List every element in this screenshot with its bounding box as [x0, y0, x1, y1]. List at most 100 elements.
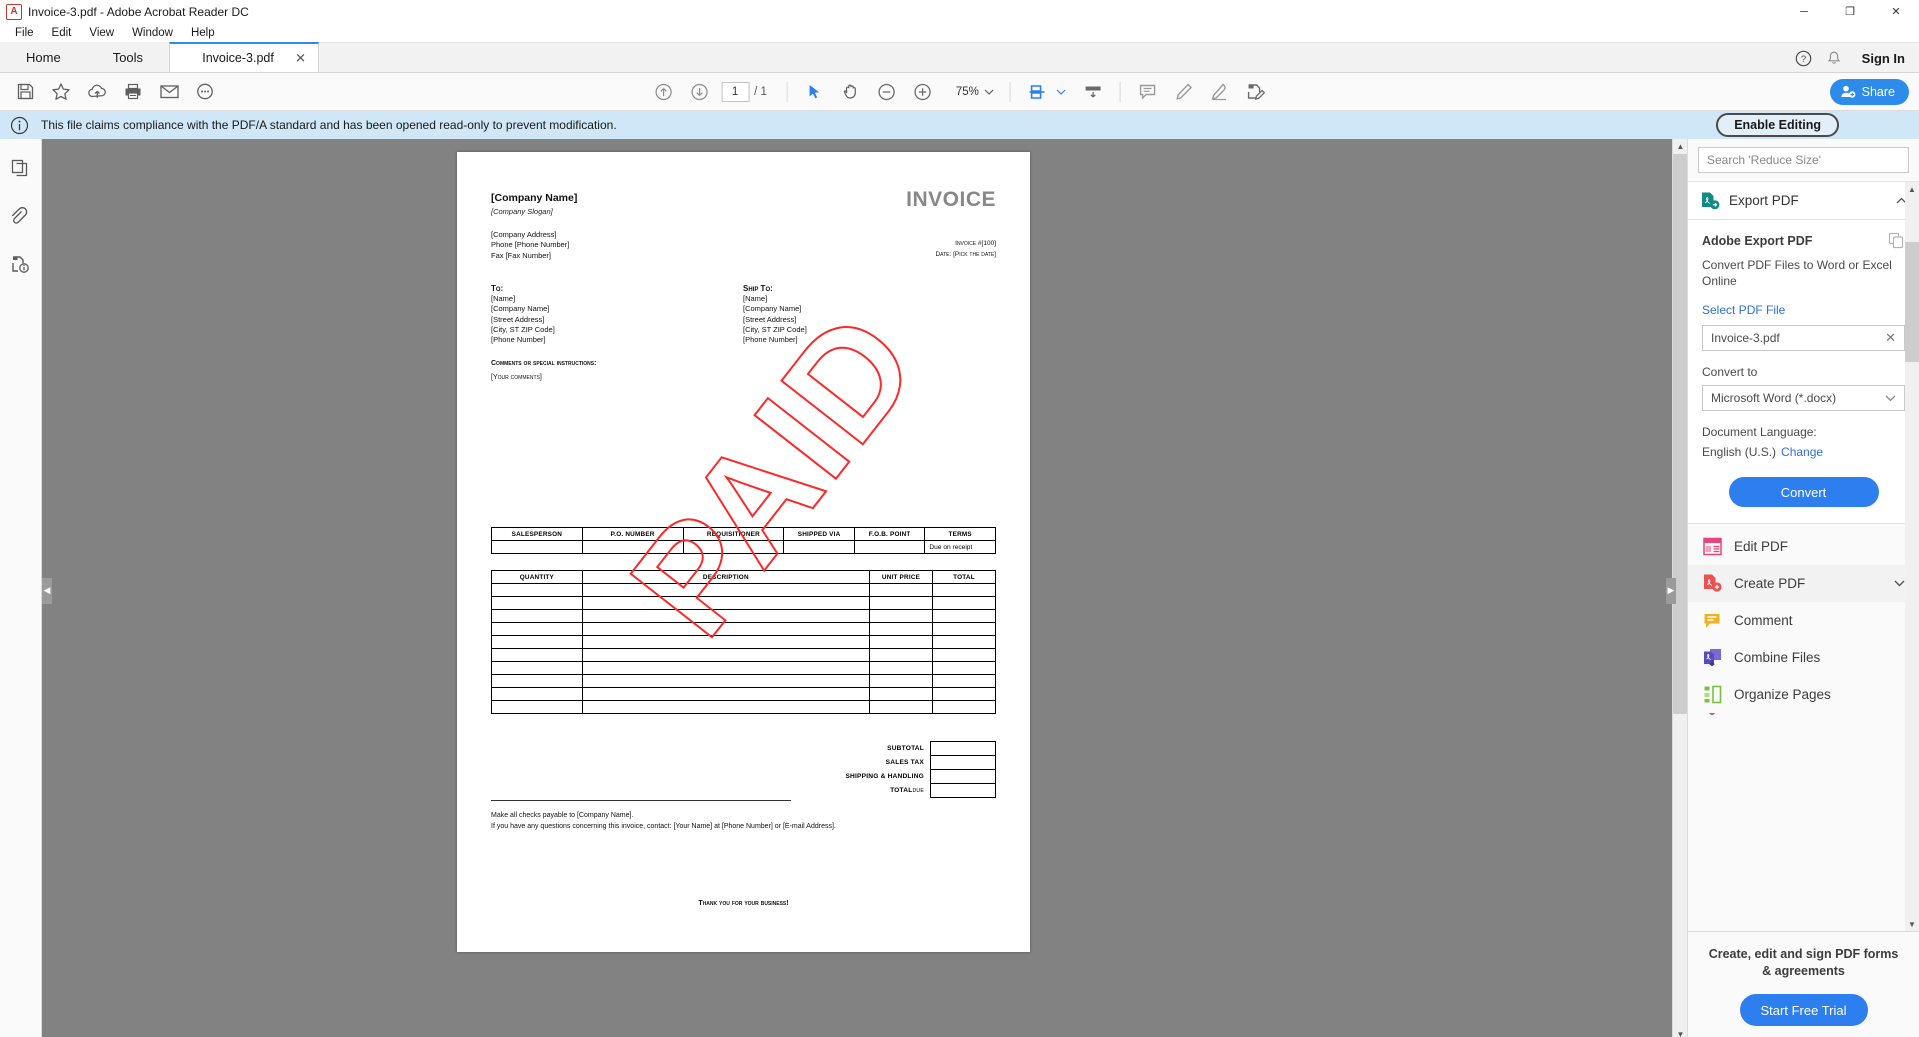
page-fit-chevron-icon[interactable]	[1056, 89, 1066, 95]
td-requisitioner	[682, 540, 785, 554]
search-text-icon[interactable]	[188, 75, 222, 109]
share-button[interactable]: Share	[1829, 78, 1909, 105]
tools-panel-scrollbar[interactable]: ▲ ▼	[1905, 182, 1919, 932]
order-details-table: SALESPERSON P.O. NUMBER REQUISITIONER SH…	[491, 527, 996, 554]
convert-to-select[interactable]: Microsoft Word (*.docx)	[1702, 385, 1905, 412]
cloud-upload-icon[interactable]	[80, 75, 114, 109]
tools-search-wrapper: Search 'Reduce Size'	[1688, 139, 1919, 181]
tool-create-pdf[interactable]: Create PDF	[1688, 565, 1919, 603]
page-fit-icon[interactable]	[1021, 75, 1055, 109]
page-thumbnails-icon[interactable]	[6, 153, 36, 183]
previous-page-icon[interactable]	[646, 75, 680, 109]
shipping-handling-label: SHIPPING & HANDLING	[845, 773, 924, 780]
menu-edit[interactable]: Edit	[43, 25, 81, 41]
select-pdf-file-link[interactable]: Select PDF File	[1702, 303, 1905, 317]
tools-list: Edit PDF Create PDF Comment Combine File…	[1688, 523, 1919, 724]
signature-line	[491, 800, 791, 801]
enable-editing-button[interactable]: Enable Editing	[1716, 113, 1839, 137]
close-icon[interactable]: ✕	[295, 52, 306, 65]
tool-combine-files[interactable]: Combine Files	[1688, 639, 1919, 676]
td-terms: Due on receipt	[924, 540, 996, 554]
table-header-row: SALESPERSON P.O. NUMBER REQUISITIONER SH…	[491, 527, 996, 541]
ship-to-block: Ship To: [Name] [Company Name] [Street A…	[743, 283, 807, 346]
document-language-value: English (U.S.)	[1702, 445, 1777, 460]
change-language-link[interactable]: Change	[1781, 445, 1823, 459]
email-icon[interactable]	[152, 75, 186, 109]
organize-pages-icon	[1702, 684, 1723, 705]
next-page-icon[interactable]	[682, 75, 716, 109]
svg-text:?: ?	[1801, 54, 1806, 65]
scroll-down-icon[interactable]: ▼	[1673, 1027, 1687, 1037]
selected-file-field[interactable]: Invoice-3.pdf ✕	[1702, 325, 1905, 352]
convert-to-label: Convert to	[1702, 365, 1758, 380]
notification-message: This file claims compliance with the PDF…	[41, 118, 617, 132]
minimize-button[interactable]: ─	[1781, 0, 1827, 23]
hand-tool-icon[interactable]	[834, 75, 868, 109]
panel-scrollbar-thumb[interactable]	[1905, 242, 1919, 362]
star-icon[interactable]	[44, 75, 78, 109]
chevron-down-icon[interactable]	[1894, 580, 1905, 587]
pdf-page: PAID INVOICE Invoice #[100] Date: [Pick …	[457, 152, 1030, 952]
zoom-out-icon[interactable]	[870, 75, 904, 109]
table-row	[491, 700, 997, 714]
document-viewport: ◀ ▶ PAID INVOICE Invoice #[100] Date: [P…	[42, 139, 1687, 1037]
scroll-up-icon[interactable]: ▲	[1673, 139, 1687, 154]
copy-icon[interactable]	[1888, 232, 1905, 249]
print-icon[interactable]	[116, 75, 150, 109]
clear-file-icon[interactable]: ✕	[1885, 330, 1896, 346]
expand-right-panel-handle[interactable]: ▶	[1666, 577, 1676, 604]
menu-view[interactable]: View	[80, 25, 123, 41]
select-tool-icon[interactable]	[798, 75, 832, 109]
menu-file[interactable]: File	[6, 25, 43, 41]
close-button[interactable]: ✕	[1873, 0, 1919, 23]
document-info-icon[interactable]	[6, 249, 36, 279]
sign-in-button[interactable]: Sign In	[1862, 51, 1905, 66]
highlight-icon[interactable]	[1167, 75, 1201, 109]
td-fob-point	[853, 540, 926, 554]
bell-icon[interactable]	[1826, 50, 1842, 67]
tool-edit-pdf[interactable]: Edit PDF	[1688, 528, 1919, 565]
table-row	[491, 596, 997, 610]
ship-to-line: [Company Name]	[743, 304, 802, 314]
footer-notes: Make all checks payable to [Company Name…	[491, 810, 836, 832]
start-free-trial-button[interactable]: Start Free Trial	[1739, 994, 1868, 1026]
tab-tools[interactable]: Tools	[86, 42, 170, 72]
adobe-export-pdf-heading-row: Adobe Export PDF	[1702, 232, 1905, 249]
help-icon[interactable]: ?	[1795, 50, 1812, 67]
panel-scroll-up-icon[interactable]: ▲	[1905, 182, 1919, 196]
tool-partial-row[interactable]	[1688, 713, 1919, 723]
tools-panel: Search 'Reduce Size' Export PDF Adobe Ex…	[1687, 139, 1919, 1037]
table-row	[491, 635, 997, 649]
share-label: Share	[1861, 84, 1895, 99]
tool-comment[interactable]: Comment	[1688, 602, 1919, 639]
maximize-button[interactable]: ❐	[1827, 0, 1873, 23]
panel-scroll-down-icon[interactable]: ▼	[1905, 917, 1919, 931]
scrollbar-thumb[interactable]	[1673, 154, 1687, 714]
read-mode-icon[interactable]	[1076, 75, 1110, 109]
save-icon[interactable]	[8, 75, 42, 109]
toolbar-right-group: Share	[1829, 78, 1909, 105]
selected-file-name: Invoice-3.pdf	[1711, 331, 1780, 346]
convert-button[interactable]: Convert	[1728, 477, 1879, 508]
tab-home[interactable]: Home	[0, 42, 87, 72]
company-fax-line: Fax [Fax Number]	[491, 250, 552, 260]
th-unit-price: UNIT PRICE	[868, 570, 933, 584]
table-header-row: QUANTITY DESCRIPTION UNIT PRICE TOTAL	[491, 570, 997, 584]
expand-left-panel-handle[interactable]: ◀	[42, 577, 52, 604]
attachments-icon[interactable]	[6, 201, 36, 231]
tool-organize-pages[interactable]: Organize Pages	[1688, 676, 1919, 713]
export-pdf-header[interactable]: Export PDF	[1688, 182, 1919, 220]
zoom-in-icon[interactable]	[906, 75, 940, 109]
tab-document[interactable]: Invoice-3.pdf ✕	[169, 42, 320, 72]
page-number-input[interactable]: 1	[721, 81, 750, 102]
comment-icon[interactable]	[1131, 75, 1165, 109]
adobe-export-pdf-subtitle: Convert PDF Files to Word or Excel Onlin…	[1702, 258, 1892, 289]
menu-help[interactable]: Help	[182, 25, 224, 41]
order-details-table-wrapper: SALESPERSON P.O. NUMBER REQUISITIONER SH…	[491, 527, 996, 554]
sign-icon[interactable]	[1203, 75, 1237, 109]
zoom-level-select[interactable]: 75%	[950, 86, 1000, 98]
fill-and-sign-icon[interactable]	[1239, 75, 1273, 109]
menu-window[interactable]: Window	[123, 25, 182, 41]
search-input[interactable]: Search 'Reduce Size'	[1698, 147, 1909, 173]
invoice-meta: Invoice #[100] Date: [Pick the date]	[935, 238, 996, 260]
